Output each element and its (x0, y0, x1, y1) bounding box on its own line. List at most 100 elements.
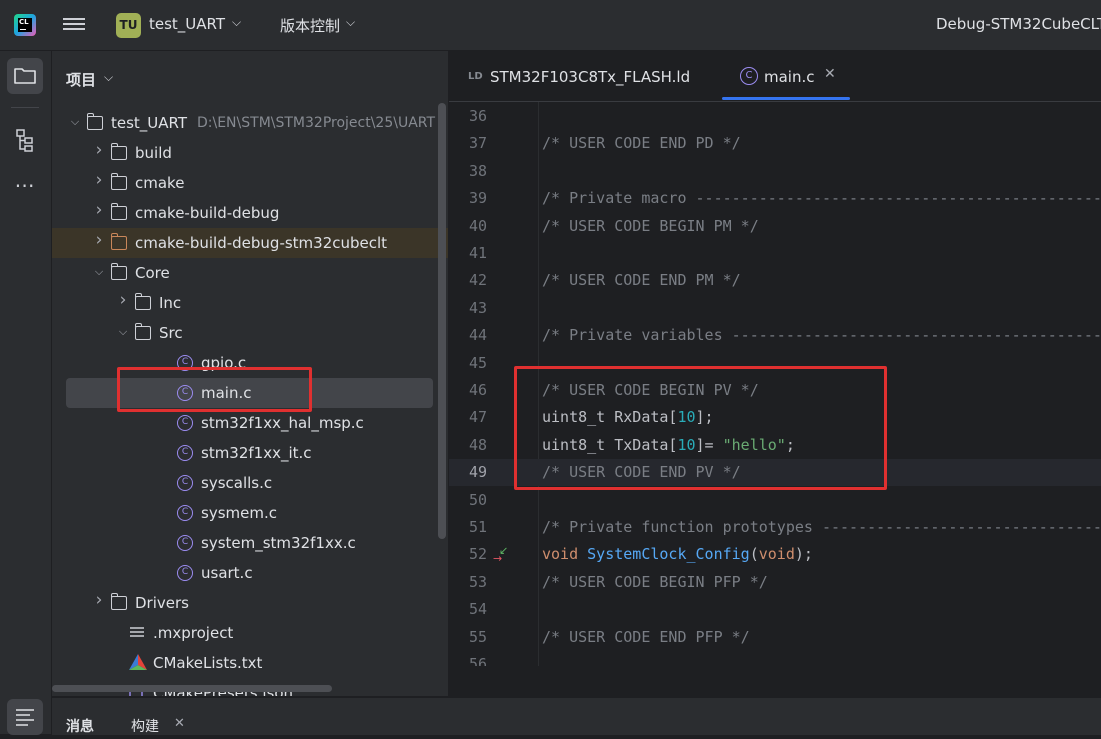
code-line[interactable]: 52 void SystemClock_Config(void); (449, 541, 1101, 568)
code-line[interactable]: 36 (449, 103, 1101, 130)
chevron-right-icon[interactable]: › (93, 170, 105, 190)
code-text: /* USER CODE END PFP */ (542, 627, 750, 646)
tree-item[interactable]: › cmake-build-debug (52, 198, 448, 228)
folder-icon (110, 593, 127, 610)
structure-icon (16, 129, 33, 152)
tab-messages[interactable]: 消息 (66, 716, 94, 736)
code-line[interactable]: 43 (449, 295, 1101, 322)
code-text: /* Private macro -----------------------… (542, 189, 1101, 208)
code-line[interactable]: 44 /* Private variables -----------------… (449, 322, 1101, 349)
code-line[interactable]: 53 /* USER CODE BEGIN PFP */ (449, 569, 1101, 596)
tree-item[interactable]: ⌵ Core (52, 258, 448, 288)
code-line[interactable]: 51 /* Private function prototypes -------… (449, 514, 1101, 541)
folder-icon (14, 68, 36, 84)
code-text: void SystemClock_Config(void); (542, 545, 813, 564)
code-line[interactable]: 41 (449, 240, 1101, 267)
tree-item[interactable]: ⌵ Src (52, 318, 448, 348)
vcs-menu[interactable]: 版本控制 (280, 15, 340, 36)
more-tools-icon[interactable]: ⋯ (7, 171, 43, 207)
tree-item[interactable]: Csyscalls.c (52, 468, 448, 498)
code-line[interactable]: 54 (449, 596, 1101, 623)
close-icon[interactable]: ✕ (824, 66, 836, 82)
code-text: /* USER CODE END PD */ (542, 134, 741, 153)
tab-build[interactable]: 构建 (131, 716, 159, 736)
panel-title[interactable]: 项目 (66, 69, 96, 90)
tree-item-label: sysmem.c (201, 504, 277, 522)
vertical-scrollbar[interactable] (438, 103, 446, 539)
chevron-right-icon[interactable]: › (93, 590, 105, 610)
code-line[interactable]: 38 (449, 158, 1101, 185)
code-line[interactable]: 40 /* USER CODE BEGIN PM */ (449, 213, 1101, 240)
main-menu-icon[interactable] (63, 15, 85, 35)
line-number: 46 (468, 381, 487, 399)
chevron-down-icon[interactable]: ⌵ (346, 15, 355, 30)
tree-item[interactable]: Cstm32f1xx_it.c (52, 438, 448, 468)
tree-item-label: syscalls.c (201, 474, 273, 492)
code-line[interactable]: 39 /* Private macro ---------------------… (449, 185, 1101, 212)
chevron-down-icon[interactable]: ⌵ (69, 115, 81, 129)
tree-item[interactable]: › Drivers (52, 588, 448, 618)
line-number: 47 (468, 408, 487, 427)
chevron-down-icon[interactable]: ⌵ (232, 15, 241, 30)
structure-tool-button[interactable] (7, 122, 43, 158)
line-number: 49 (468, 463, 487, 482)
folder-icon (110, 203, 127, 220)
clion-logo-icon[interactable]: CL (14, 14, 36, 36)
tree-item[interactable]: ⌵ test_UART D:\EN\STM\STM32Project\25\UART (52, 108, 448, 138)
project-avatar[interactable]: TU (116, 13, 141, 38)
tree-item[interactable]: Cstm32f1xx_hal_msp.c (52, 408, 448, 438)
tree-item-label: Src (159, 324, 183, 342)
code-line[interactable]: 37 /* USER CODE END PD */ (449, 130, 1101, 157)
tree-item-label: cmake (135, 174, 185, 192)
line-number: 54 (468, 600, 487, 619)
project-tool-button[interactable] (7, 58, 43, 94)
tree-item[interactable]: Cusart.c (52, 558, 448, 588)
messages-tool-button[interactable] (7, 699, 43, 735)
tree-item-label: test_UART (111, 114, 188, 132)
line-number: 44 (468, 326, 487, 345)
c-file-icon: C (177, 565, 193, 581)
run-configuration-selector[interactable]: Debug-STM32CubeCLT (936, 15, 1101, 33)
tree-item[interactable]: › build (52, 138, 448, 168)
line-number: 43 (468, 298, 487, 317)
tree-item-label: build (135, 144, 172, 162)
tree-item[interactable]: › cmake-build-debug-stm32cubeclt (52, 228, 448, 258)
chevron-right-icon[interactable]: › (93, 140, 105, 160)
chevron-right-icon[interactable]: › (93, 230, 105, 250)
annotation-box-user-code-pv (514, 366, 887, 490)
chevron-down-icon[interactable]: ⌵ (117, 325, 129, 339)
code-text: /* Private function prototypes ---------… (542, 518, 1101, 536)
line-number: 51 (468, 518, 487, 536)
line-number: 52 (468, 545, 487, 564)
code-line[interactable]: 50 (449, 487, 1101, 514)
close-icon[interactable]: ✕ (174, 716, 185, 731)
code-line[interactable]: 56 (449, 651, 1101, 666)
tree-item[interactable]: CMakeLists.txt (52, 648, 448, 678)
project-switcher[interactable]: test_UART (149, 15, 225, 33)
tree-item-label: cmake-build-debug (135, 204, 280, 222)
tree-item[interactable]: Csystem_stm32f1xx.c (52, 528, 448, 558)
horizontal-scrollbar[interactable] (52, 685, 332, 692)
chevron-right-icon[interactable]: › (93, 200, 105, 220)
chevron-down-icon[interactable]: ⌵ (93, 265, 105, 279)
tree-item-label: cmake-build-debug-stm32cubeclt (135, 234, 388, 252)
tree-item[interactable]: .mxproject (52, 618, 448, 648)
tree-item-label: usart.c (201, 564, 253, 582)
tab-linker-script[interactable]: LD STM32F103C8Tx_FLASH.ld (449, 51, 719, 101)
line-number: 50 (468, 490, 487, 509)
code-line[interactable]: 42 /* USER CODE END PM */ (449, 267, 1101, 294)
title-bar: CL TU test_UART ⌵ 版本控制 ⌵ Debug-STM32Cube… (0, 0, 1101, 51)
tree-item-label: system_stm32f1xx.c (201, 534, 356, 552)
folder-icon (134, 323, 151, 340)
code-line[interactable]: 55 /* USER CODE END PFP */ (449, 624, 1101, 651)
chevron-right-icon[interactable]: › (117, 290, 129, 310)
tree-item[interactable]: › Inc (52, 288, 448, 318)
list-icon (16, 709, 34, 726)
chevron-down-icon[interactable]: ⌵ (104, 70, 113, 85)
c-file-icon: C (177, 475, 193, 491)
tree-item-label: stm32f1xx_it.c (201, 444, 312, 462)
cmake-file-icon (129, 654, 147, 670)
tree-item[interactable]: › cmake (52, 168, 448, 198)
tree-item[interactable]: Csysmem.c (52, 498, 448, 528)
bottom-tool-bar: 消息 构建 ✕ (52, 697, 1101, 735)
